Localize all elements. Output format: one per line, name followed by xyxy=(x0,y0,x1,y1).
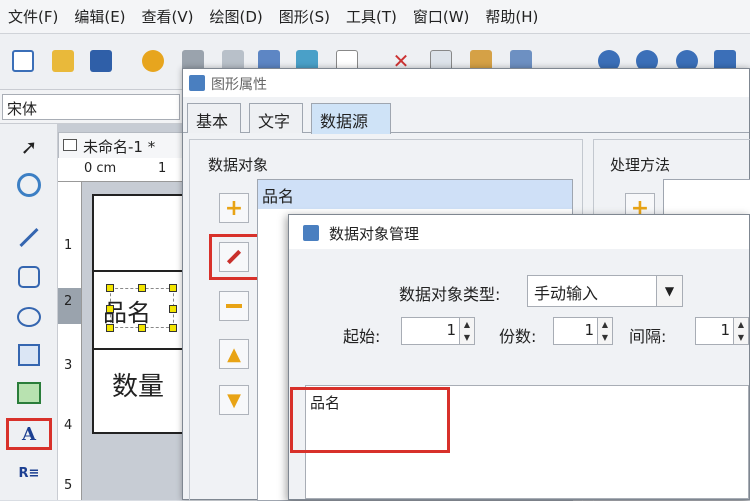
rotate-icon[interactable] xyxy=(12,170,46,200)
menu-shape[interactable]: 图形(S) xyxy=(271,6,338,27)
font-bar: 宋体 xyxy=(0,90,185,124)
font-name-combo[interactable]: 宋体 xyxy=(2,94,180,120)
add-button[interactable]: + xyxy=(219,193,249,223)
chevron-down-icon[interactable]: ▼ xyxy=(656,276,682,306)
label-text-quantity: 数量 xyxy=(112,372,165,402)
barcode-text-tool-icon[interactable]: R≡ xyxy=(12,458,46,488)
pencil-icon xyxy=(226,249,242,265)
ruler-tick-label: 3 xyxy=(64,358,73,373)
copies-label: 份数: xyxy=(499,327,537,346)
menu-bar: 文件(F) 编辑(E) 查看(V) 绘图(D) 图形(S) 工具(T) 窗口(W… xyxy=(0,0,750,34)
group-title: 处理方法 xyxy=(606,154,675,175)
tab-text[interactable]: 文字 xyxy=(249,103,303,133)
group-title: 数据对象 xyxy=(204,154,273,175)
document-tab[interactable]: 未命名-1 * xyxy=(58,132,183,158)
image-tool-icon[interactable] xyxy=(12,340,46,370)
rounded-rect-tool-icon[interactable] xyxy=(12,262,46,292)
gear-icon[interactable] xyxy=(142,50,164,72)
spinner-arrows-icon[interactable]: ▲ ▼ xyxy=(733,318,748,344)
horizontal-ruler: 0 cm 1 xyxy=(58,158,188,182)
ruler-tick-label: 5 xyxy=(64,478,73,493)
document-icon xyxy=(63,139,77,151)
minus-icon xyxy=(226,304,242,308)
copies-spinner[interactable]: 1 ▲ ▼ xyxy=(553,317,613,345)
menu-help[interactable]: 帮助(H) xyxy=(477,6,546,27)
move-down-button[interactable]: ▼ xyxy=(219,385,249,415)
type-select-value: 手动输入 xyxy=(534,284,599,303)
spinner-arrows-icon[interactable]: ▲ ▼ xyxy=(597,318,612,344)
document-area: 未命名-1 * 0 cm 1 1 2 3 4 5 品名 数量 xyxy=(58,124,188,500)
menu-edit[interactable]: 编辑(E) xyxy=(66,6,133,27)
dialog-title: 数据对象管理 xyxy=(329,225,420,243)
interval-value: 1 xyxy=(720,321,730,339)
ruler-tick-label: 1 xyxy=(64,238,73,253)
copies-value: 1 xyxy=(584,321,594,339)
tab-strip: 基本 文字 数据源 xyxy=(183,103,749,134)
move-up-button[interactable]: ▲ xyxy=(219,339,249,369)
line-tool-icon[interactable] xyxy=(12,222,46,252)
start-value: 1 xyxy=(446,321,456,339)
spinner-arrows-icon[interactable]: ▲ ▼ xyxy=(459,318,474,344)
menu-file[interactable]: 文件(F) xyxy=(0,6,66,27)
ruler-unit: 0 cm xyxy=(84,161,117,176)
save-icon[interactable] xyxy=(90,50,112,72)
start-label: 起始: xyxy=(343,327,381,346)
interval-spinner[interactable]: 1 ▲ ▼ xyxy=(695,317,749,345)
interval-label: 间隔: xyxy=(629,327,667,346)
ruler-tick-label: 2 xyxy=(64,294,73,309)
pointer-icon[interactable]: ➚ xyxy=(12,132,46,162)
picture-tool-icon[interactable] xyxy=(12,378,46,408)
drawing-tools: ➚ A R≡ xyxy=(0,124,58,500)
edit-button[interactable] xyxy=(219,242,249,272)
open-folder-icon[interactable] xyxy=(52,50,74,72)
text-tool-icon[interactable]: A xyxy=(6,418,52,450)
selected-text-object[interactable]: 品名 xyxy=(103,284,177,332)
ruler-tick-label: 4 xyxy=(64,418,73,433)
list-item[interactable]: 品名 xyxy=(258,180,572,209)
type-label: 数据对象类型: xyxy=(399,285,501,304)
data-object-management-dialog: 数据对象管理 数据对象类型: 手动输入 ▼ 起始: 1 ▲ ▼ 份数: 1 ▲ ▼ … xyxy=(288,214,750,500)
label-canvas[interactable]: 品名 数量 xyxy=(92,194,186,434)
new-document-icon[interactable] xyxy=(12,50,34,72)
dialog-titlebar: 数据对象管理 xyxy=(289,215,749,249)
arrow-down-icon: ▼ xyxy=(227,389,241,411)
menu-draw[interactable]: 绘图(D) xyxy=(202,6,271,27)
tab-datasource[interactable]: 数据源 xyxy=(311,103,391,134)
ellipse-tool-icon[interactable] xyxy=(12,302,46,332)
document-tab-title: 未命名-1 * xyxy=(83,138,156,156)
tab-basic[interactable]: 基本 xyxy=(187,103,241,133)
plus-icon: + xyxy=(224,195,244,221)
app-icon xyxy=(189,75,205,91)
ruler-tick-label: 1 xyxy=(158,161,167,176)
vertical-ruler: 1 2 3 4 5 xyxy=(58,182,82,500)
start-spinner[interactable]: 1 ▲ ▼ xyxy=(401,317,475,345)
delete-button[interactable] xyxy=(219,291,249,321)
dialog-title: 图形属性 xyxy=(211,77,267,93)
dialog-titlebar: 图形属性 xyxy=(183,69,749,97)
content-highlight xyxy=(290,387,450,453)
type-select[interactable]: 手动输入 ▼ xyxy=(527,275,683,307)
arrow-up-icon: ▲ xyxy=(227,343,241,365)
app-icon xyxy=(303,225,319,241)
menu-tools[interactable]: 工具(T) xyxy=(338,6,405,27)
menu-window[interactable]: 窗口(W) xyxy=(405,6,478,27)
menu-view[interactable]: 查看(V) xyxy=(134,6,202,27)
